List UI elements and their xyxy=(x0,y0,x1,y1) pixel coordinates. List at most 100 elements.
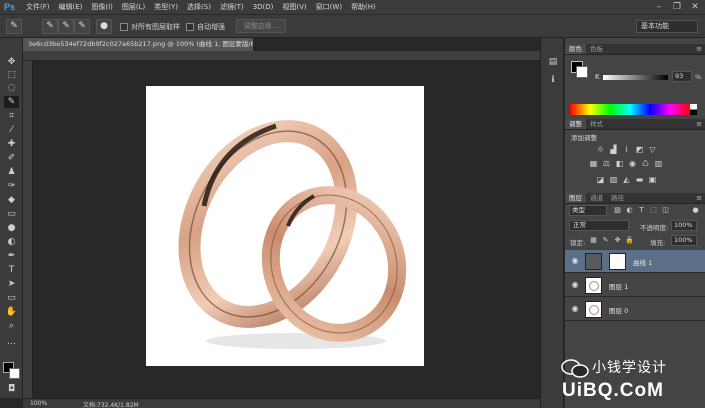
filter-toggle-icon[interactable]: ● xyxy=(691,205,700,216)
minimize-icon[interactable]: – xyxy=(653,2,665,13)
lock-pixels-icon[interactable]: ✎ xyxy=(601,235,610,245)
workspace-select[interactable]: 基本功能 xyxy=(636,20,698,33)
blend-mode-select[interactable]: 正常 xyxy=(569,220,629,231)
gradient-map-icon[interactable]: ▬ xyxy=(634,175,645,185)
filter-adjustment-icon[interactable]: ◐ xyxy=(625,205,634,216)
layer-row-curves[interactable]: ◉ 曲线 1 xyxy=(565,250,705,273)
history-panel-icon[interactable]: ▤ xyxy=(546,56,560,68)
eye-icon[interactable]: ◉ xyxy=(570,304,580,314)
lock-transparent-icon[interactable]: ▦ xyxy=(589,235,598,245)
crop-tool-icon[interactable]: ⌗ xyxy=(4,110,19,122)
menu-select[interactable]: 选择(S) xyxy=(187,2,211,13)
auto-enhance-option[interactable]: 自动增强 xyxy=(186,22,225,32)
healing-brush-tool-icon[interactable]: ✚ xyxy=(4,138,19,150)
layer-name[interactable]: 图层 1 xyxy=(609,281,628,291)
hand-tool-icon[interactable]: ✋ xyxy=(4,306,19,318)
background-color-swatch[interactable] xyxy=(9,368,20,379)
subtract-selection-icon[interactable]: ✎ xyxy=(74,19,90,34)
new-selection-icon[interactable]: ✎ xyxy=(42,19,58,34)
layer-row-layer1[interactable]: ◉ 图层 1 xyxy=(565,274,705,297)
channel-mixer-icon[interactable]: ♺ xyxy=(640,159,651,169)
quick-mask-icon[interactable]: ◘ xyxy=(4,383,19,395)
tab-swatches[interactable]: 色板 xyxy=(586,44,607,54)
layer-name[interactable]: 曲线 1 xyxy=(633,257,652,267)
k-value-input[interactable]: 93 xyxy=(672,71,692,82)
menu-file[interactable]: 文件(F) xyxy=(26,2,50,13)
fill-input[interactable]: 100% xyxy=(671,235,697,246)
menu-help[interactable]: 帮助(H) xyxy=(351,2,376,13)
restore-icon[interactable]: ❐ xyxy=(671,2,683,13)
blur-tool-icon[interactable]: ● xyxy=(4,222,19,234)
tab-color[interactable]: 颜色 xyxy=(565,44,586,54)
tab-layers[interactable]: 图层 xyxy=(565,193,586,203)
k-slider[interactable] xyxy=(603,75,668,80)
refine-edge-button[interactable]: 调整边缘... xyxy=(236,19,286,33)
layer-mask-thumbnail[interactable] xyxy=(609,253,626,270)
eye-icon[interactable]: ◉ xyxy=(570,256,580,266)
tab-paths[interactable]: 路径 xyxy=(607,193,628,203)
history-brush-tool-icon[interactable]: ✑ xyxy=(4,180,19,192)
color-balance-icon[interactable]: ⚖ xyxy=(601,159,612,169)
path-selection-tool-icon[interactable]: ➤ xyxy=(4,278,19,290)
quick-selection-tool-icon[interactable]: ✎ xyxy=(4,96,19,108)
canvas-area[interactable] xyxy=(34,62,540,398)
filter-smart-icon[interactable]: ◫ xyxy=(661,205,670,216)
selective-color-icon[interactable]: ▣ xyxy=(647,175,658,185)
layer-filter-select[interactable]: 类型 xyxy=(569,205,607,216)
sample-all-layers-option[interactable]: 对所有图层取样 xyxy=(120,22,180,32)
type-tool-icon[interactable]: T xyxy=(4,264,19,276)
panel-menu-icon[interactable]: ≡ xyxy=(696,119,702,130)
color-spectrum[interactable] xyxy=(570,104,690,115)
menu-edit[interactable]: 编辑(E) xyxy=(59,2,83,13)
posterize-icon[interactable]: ▧ xyxy=(608,175,619,185)
layer-row-layer0[interactable]: ◉ 图层 0 xyxy=(565,298,705,321)
gradient-tool-icon[interactable]: ▭ xyxy=(4,208,19,220)
ruler-vertical[interactable] xyxy=(23,61,33,398)
move-tool-icon[interactable]: ✥ xyxy=(4,56,19,68)
pen-tool-icon[interactable]: ✒ xyxy=(4,250,19,262)
filter-type-icon[interactable]: T xyxy=(637,205,646,216)
black-white-icon[interactable]: ◧ xyxy=(614,159,625,169)
curves-icon[interactable]: ⌇ xyxy=(621,145,632,155)
photo-filter-icon[interactable]: ◉ xyxy=(627,159,638,169)
eraser-tool-icon[interactable]: ◆ xyxy=(4,194,19,206)
brush-tool-icon[interactable]: ✐ xyxy=(4,152,19,164)
document-tab[interactable]: 3e6cd3be534ef72db9f2c027a65b217.png @ 10… xyxy=(23,38,253,51)
add-to-selection-icon[interactable]: ✎ xyxy=(58,19,74,34)
menu-image[interactable]: 图像(I) xyxy=(91,2,113,13)
menu-filter[interactable]: 滤镜(T) xyxy=(220,2,244,13)
panel-background-swatch[interactable] xyxy=(576,66,588,78)
levels-icon[interactable]: ▟ xyxy=(608,145,619,155)
close-icon[interactable]: ✕ xyxy=(689,2,701,13)
vibrance-icon[interactable]: ▽ xyxy=(647,145,658,155)
dodge-tool-icon[interactable]: ◐ xyxy=(4,236,19,248)
filter-pixel-icon[interactable]: ▨ xyxy=(613,205,622,216)
zoom-tool-icon[interactable]: ⌕ xyxy=(4,320,19,332)
spectrum-bw[interactable] xyxy=(690,104,697,115)
sample-all-layers-checkbox[interactable] xyxy=(120,23,128,31)
marquee-tool-icon[interactable]: ⬚ xyxy=(4,69,19,81)
lock-position-icon[interactable]: ✥ xyxy=(613,235,622,245)
tab-adjustments[interactable]: 调整 xyxy=(565,119,586,129)
exposure-icon[interactable]: ◩ xyxy=(634,145,645,155)
document-info[interactable]: 文档:732.4K/1.82M xyxy=(83,400,139,408)
menu-type[interactable]: 类型(Y) xyxy=(154,2,178,13)
threshold-icon[interactable]: ◭ xyxy=(621,175,632,185)
hue-saturation-icon[interactable]: ▦ xyxy=(588,159,599,169)
panel-menu-icon[interactable]: ≡ xyxy=(696,44,702,55)
menu-window[interactable]: 窗口(W) xyxy=(316,2,342,13)
tab-styles[interactable]: 样式 xyxy=(586,119,607,129)
panel-menu-icon[interactable]: ≡ xyxy=(696,193,702,204)
eyedropper-tool-icon[interactable]: ⁄ xyxy=(4,124,19,136)
edit-toolbar-icon[interactable]: … xyxy=(4,336,19,348)
tab-channels[interactable]: 通道 xyxy=(586,193,607,203)
opacity-input[interactable]: 100% xyxy=(671,220,697,231)
brush-size-picker[interactable]: ● xyxy=(96,19,112,34)
menu-layer[interactable]: 图层(L) xyxy=(122,2,145,13)
auto-enhance-checkbox[interactable] xyxy=(186,23,194,31)
layer-name[interactable]: 图层 0 xyxy=(609,305,628,315)
brightness-icon[interactable]: ☼ xyxy=(595,145,606,155)
menu-view[interactable]: 视图(V) xyxy=(282,2,306,13)
lasso-tool-icon[interactable]: ◌ xyxy=(4,82,19,94)
invert-icon[interactable]: ◪ xyxy=(595,175,606,185)
